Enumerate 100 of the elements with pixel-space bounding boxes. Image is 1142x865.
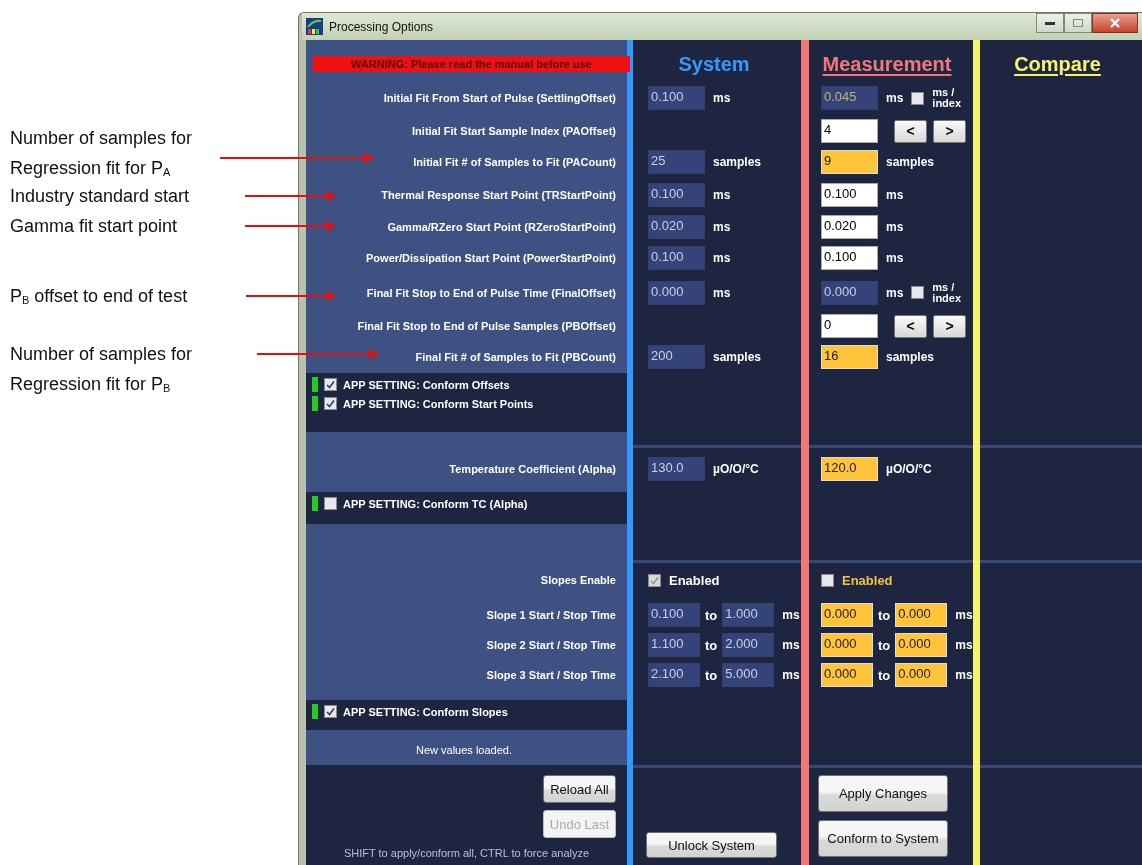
unit-label: ms	[886, 187, 904, 202]
value-field[interactable]: 1.100	[648, 633, 700, 657]
annotation-text: Industry standard start	[10, 185, 191, 208]
to-label: to	[878, 637, 891, 653]
parameter-label: Slope 1 Start / Stop Time	[486, 609, 616, 621]
value-field[interactable]: 2.000	[722, 633, 775, 657]
unit-label: ms	[886, 91, 904, 105]
checkbox[interactable]	[324, 378, 337, 391]
status-indicator	[312, 377, 318, 392]
value-field[interactable]: 0.000	[821, 280, 878, 305]
parameter-label: Final Fit Stop to End of Pulse Time (FinalOffset)	[366, 286, 616, 299]
setting-label: APP SETTING: Conform TC (Alpha)	[343, 497, 528, 510]
maximize-icon	[1073, 19, 1083, 27]
hint-text: SHIFT to apply/conform all, CTRL to force analyze	[343, 847, 590, 861]
minimize-icon	[1045, 21, 1055, 25]
close-button[interactable]	[1092, 13, 1138, 33]
parameter-label: Final Fit # of Samples to Fit (PBCount)	[415, 351, 616, 363]
action-button[interactable]: Conform to System	[818, 820, 948, 857]
value-field[interactable]: 0.100	[821, 246, 878, 270]
enabled-label: Enabled	[842, 572, 893, 588]
unit-label: ms	[713, 91, 731, 105]
value-field[interactable]: 0.100	[821, 182, 878, 207]
status-message: New values loaded.	[415, 743, 513, 756]
checkbox[interactable]	[324, 497, 337, 510]
unit-label: samples	[886, 350, 935, 364]
value-field[interactable]: 120.0	[821, 456, 878, 481]
step-button[interactable]: <	[894, 119, 927, 143]
app-icon	[306, 18, 323, 35]
value-field[interactable]: 0.020	[648, 214, 705, 239]
unit-label: ms	[713, 219, 731, 234]
value-field[interactable]: 5.000	[722, 663, 775, 687]
parameter-label: Thermal Response Start Point (TRStartPoint)	[381, 188, 616, 201]
value-field[interactable]: 0.100	[648, 86, 705, 110]
to-label: to	[878, 607, 891, 623]
value-field[interactable]: 130.0	[648, 456, 705, 481]
value-field[interactable]: 200	[648, 345, 705, 369]
unit-label: ms	[886, 285, 904, 300]
step-button[interactable]: <	[894, 314, 927, 338]
value-field[interactable]: 0	[821, 314, 878, 338]
checkbox[interactable]	[324, 705, 337, 718]
parameter-label: Initial Fit # of Samples to Fit (PACount)	[413, 156, 616, 168]
value-field[interactable]: 1.000	[722, 603, 775, 627]
step-button[interactable]: >	[933, 119, 966, 143]
value-field[interactable]: 0.100	[648, 246, 705, 270]
action-button[interactable]: Apply Changes	[818, 775, 948, 812]
status-indicator	[312, 496, 318, 511]
status-indicator	[312, 704, 318, 719]
value-field[interactable]: 25	[648, 150, 705, 174]
unit-label: ms	[782, 608, 800, 622]
action-button[interactable]: Unlock System	[646, 832, 777, 858]
value-field[interactable]: 0.000	[648, 280, 705, 305]
value-field[interactable]: 0.020	[821, 214, 878, 239]
to-label: to	[705, 607, 718, 623]
annotation-text: Number of samples for Regression fit for P$_{A}$	[10, 127, 194, 180]
to-label: to	[878, 667, 891, 683]
checkbox[interactable]	[324, 397, 337, 410]
unit-label: ms	[782, 668, 800, 682]
unit-label: samples	[713, 155, 762, 169]
minimize-button[interactable]	[1036, 13, 1064, 33]
setting-label: APP SETTING: Conform Slopes	[343, 705, 508, 718]
value-field[interactable]: 0.045	[821, 86, 878, 110]
value-field[interactable]: 16	[821, 345, 878, 369]
parameter-label: Slope 2 Start / Stop Time	[486, 639, 616, 651]
parameter-label: Initial Fit From Start of Pulse (SettlingOffset)	[383, 92, 616, 104]
parameter-label: Temperature Coefficient (Alpha)	[449, 462, 616, 475]
annotation-text: Gamma fit start point	[10, 215, 179, 238]
value-field[interactable]: 0.000	[895, 663, 948, 687]
unit-label: µO/O/°C	[886, 461, 932, 476]
value-field[interactable]: 2.100	[648, 663, 700, 687]
checkbox[interactable]	[821, 573, 834, 587]
warning-banner: WARNING: Please read the manual before use	[313, 56, 630, 72]
column-title[interactable]: Measurement	[822, 52, 952, 76]
action-button[interactable]: Reload All	[543, 775, 616, 803]
value-field[interactable]: 0.000	[895, 603, 948, 627]
value-field[interactable]: 9	[821, 150, 878, 174]
annotation-text: P$_{B}$ offset to end of test	[10, 285, 189, 308]
parameter-label: Final Fit Stop to End of Pulse Samples (PBOffset)	[357, 320, 616, 332]
setting-label: APP SETTING: Conform Start Points	[343, 397, 534, 410]
unit-label: ms	[886, 251, 904, 265]
value-field[interactable]: 0.000	[821, 663, 873, 687]
toggle-label: ms / index	[932, 87, 963, 109]
value-field[interactable]: 4	[821, 119, 878, 143]
unit-label: ms	[713, 285, 731, 300]
column-title: System	[678, 52, 750, 76]
unit-label: ms	[713, 251, 731, 265]
value-field[interactable]: 0.000	[821, 633, 873, 657]
parameter-label: Slopes Enable	[540, 574, 616, 586]
step-button[interactable]: >	[933, 314, 966, 338]
parameter-label: Slope 3 Start / Stop Time	[486, 669, 616, 681]
toggle-label: ms / index	[932, 281, 963, 304]
column-title[interactable]: Compare	[1014, 52, 1101, 76]
close-icon	[1109, 18, 1121, 28]
value-field[interactable]: 0.000	[895, 633, 948, 657]
to-label: to	[705, 637, 718, 653]
checkbox[interactable]	[911, 286, 925, 299]
value-field[interactable]: 0.100	[648, 603, 700, 627]
value-field[interactable]: 0.100	[648, 182, 705, 207]
unit-label: ms	[955, 668, 973, 682]
checkbox[interactable]	[911, 91, 925, 105]
value-field[interactable]: 0.000	[821, 603, 873, 627]
